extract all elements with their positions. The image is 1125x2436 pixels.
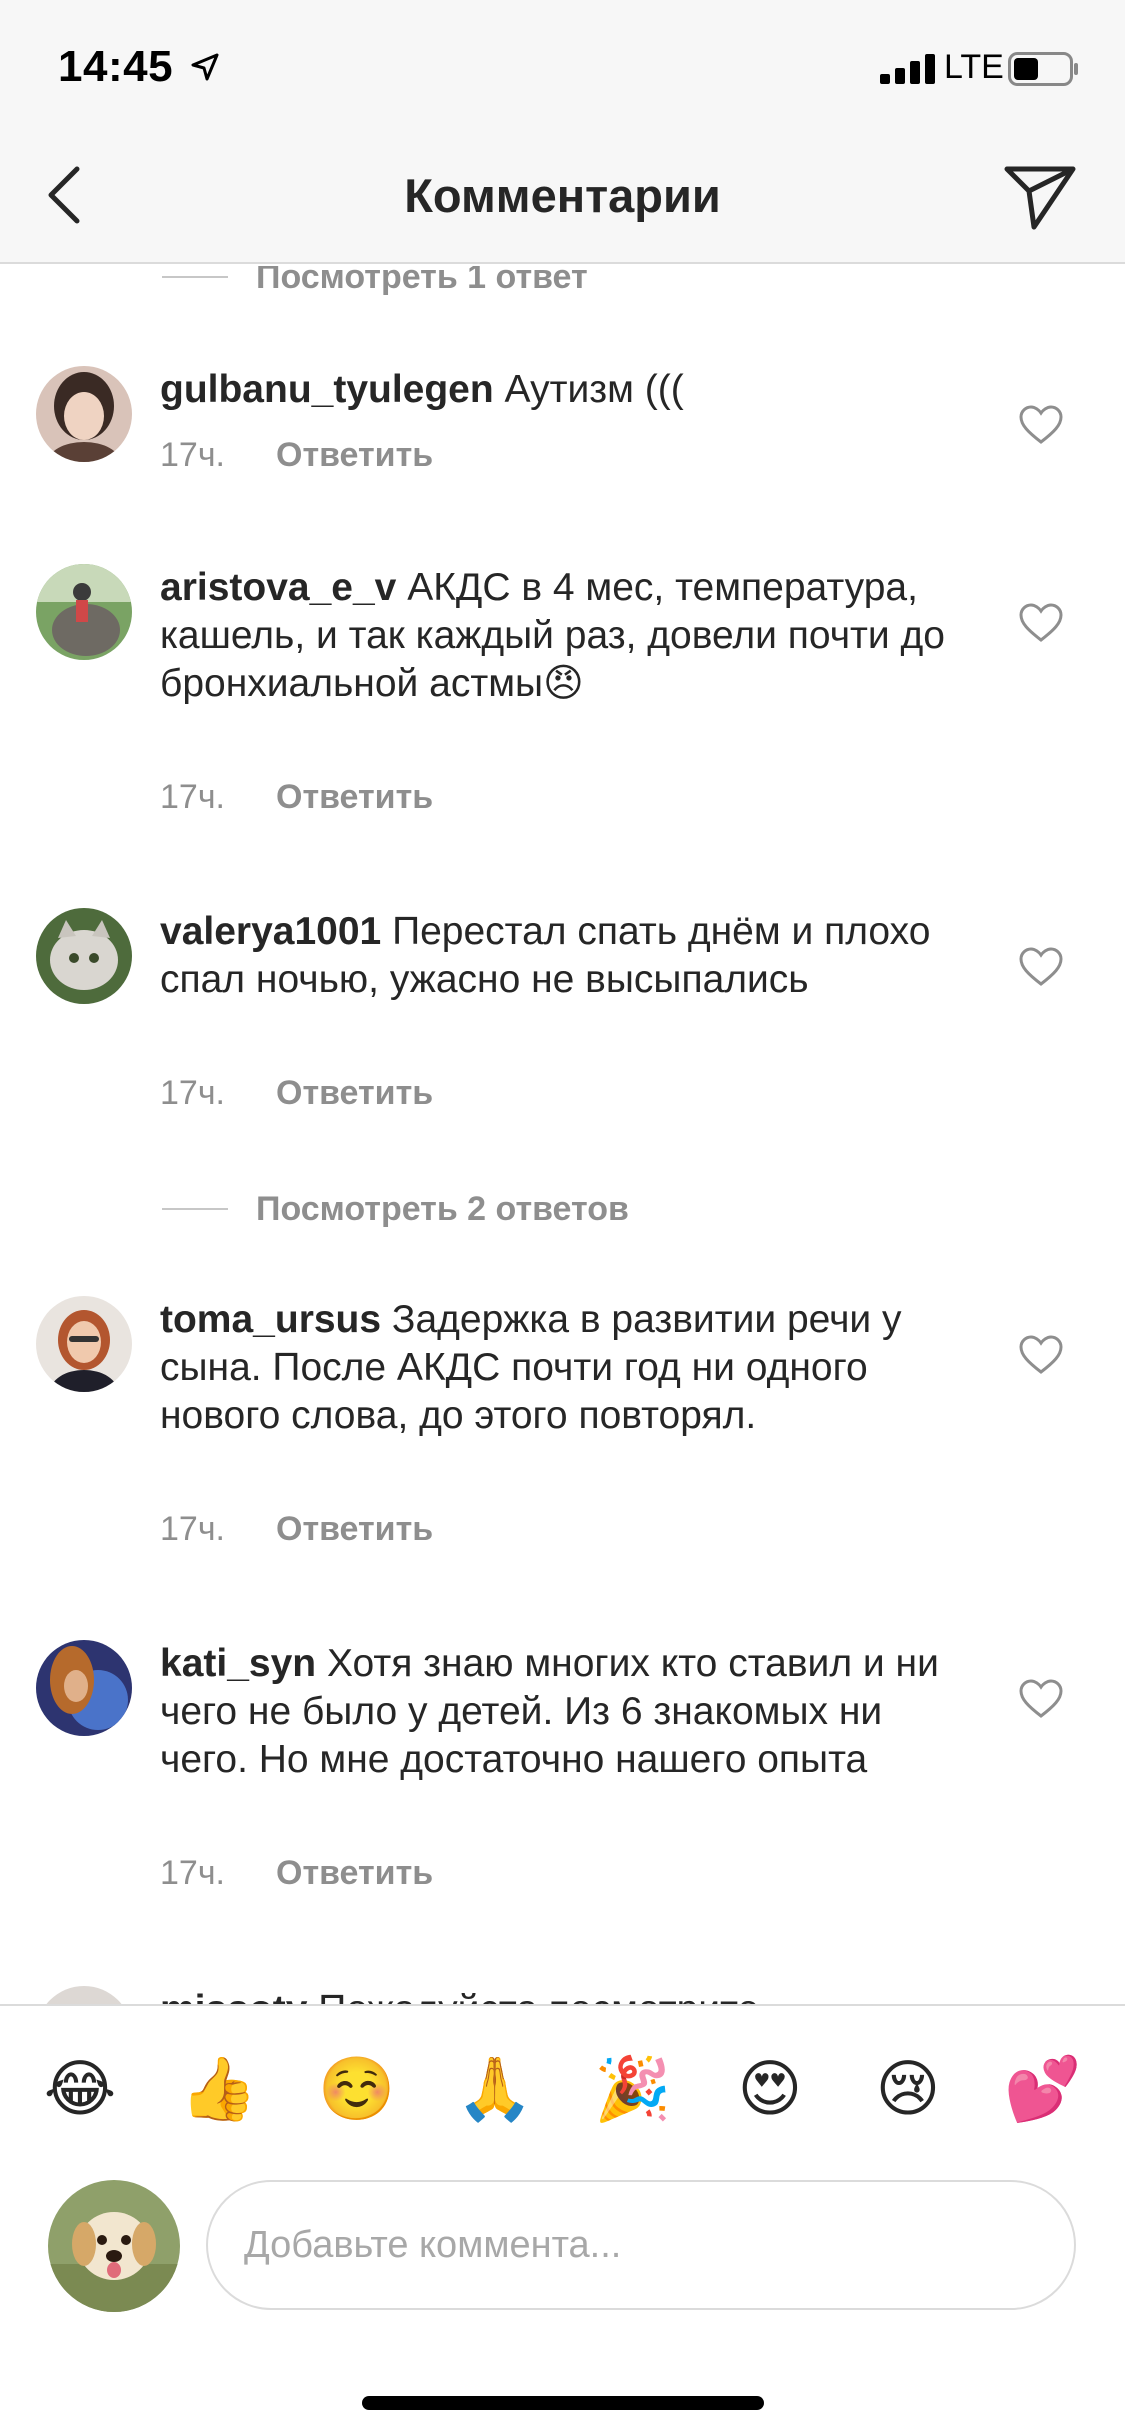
my-avatar — [48, 2180, 180, 2312]
comment-time: 17ч. — [160, 778, 225, 816]
view-replies-label: Посмотреть 1 ответ — [256, 266, 588, 296]
comment-time: 17ч. — [160, 1510, 225, 1548]
avatar[interactable] — [36, 564, 132, 660]
page-title: Комментарии — [404, 169, 721, 222]
emoji-button[interactable]: ☺️ — [318, 2052, 395, 2128]
avatar[interactable] — [36, 1296, 132, 1392]
avatar[interactable] — [36, 908, 132, 1004]
comment-username[interactable]: gulbanu_tyulegen — [160, 368, 494, 411]
emoji-button[interactable]: 💕 — [1004, 2052, 1081, 2128]
comment-username[interactable]: kati_syn — [160, 1642, 316, 1685]
paper-plane-icon — [1004, 166, 1076, 230]
heart-outline-icon[interactable] — [1018, 946, 1064, 988]
comments-list[interactable]: Посмотреть 1 ответ gulbanu_tyulegen Аути… — [0, 266, 1125, 2004]
comment-time: 17ч. — [160, 1854, 225, 1892]
reply-button[interactable]: Ответить — [276, 1074, 433, 1113]
comment-username[interactable]: toma_ursus — [160, 1298, 381, 1341]
emoji-button[interactable]: 🙏 — [456, 2052, 533, 2128]
reply-button[interactable]: Ответить — [276, 1510, 433, 1549]
heart-outline-icon[interactable] — [1018, 1678, 1064, 1720]
status-time: 14:45 — [58, 42, 174, 91]
heart-outline-icon[interactable] — [1018, 404, 1064, 446]
comment-body: Аутизм ((( — [504, 368, 684, 411]
view-replies-link[interactable]: Посмотреть 1 ответ — [0, 266, 1125, 302]
network-type: LTE — [944, 48, 1004, 86]
heart-outline-icon[interactable] — [1018, 1334, 1064, 1376]
home-indicator[interactable] — [362, 2396, 764, 2410]
emoji-button[interactable]: 😂 — [42, 2052, 118, 2128]
avatar[interactable] — [36, 1640, 132, 1736]
location-arrow-icon — [191, 53, 219, 81]
comment-username[interactable]: missoty — [160, 1988, 307, 2004]
comment-username[interactable]: valerya1001 — [160, 910, 381, 953]
emoji-button[interactable]: 👍 — [180, 2052, 257, 2128]
comment-composer — [0, 2166, 1125, 2366]
cellular-signal-icon — [880, 54, 935, 84]
comment-body: Пожалуйста посмотрите — [318, 1988, 759, 2004]
avatar[interactable] — [36, 366, 132, 462]
avatar[interactable] — [36, 1986, 132, 2004]
emoji-quick-bar: 😂 👍 ☺️ 🙏 🎉 😍 😢 💕 — [0, 2004, 1125, 2166]
reply-button[interactable]: Ответить — [276, 436, 433, 475]
reply-button[interactable]: Ответить — [276, 778, 433, 817]
reply-button[interactable]: Ответить — [276, 1854, 433, 1893]
view-replies-link[interactable]: Посмотреть 2 ответов — [0, 1184, 1125, 1234]
emoji-button[interactable]: 😍 — [732, 2052, 808, 2128]
comment-time: 17ч. — [160, 1074, 225, 1112]
comment-time: 17ч. — [160, 436, 225, 474]
share-button[interactable] — [1000, 158, 1080, 238]
view-replies-label: Посмотреть 2 ответов — [256, 1189, 629, 1228]
battery-icon — [1008, 52, 1078, 86]
heart-outline-icon[interactable] — [1018, 602, 1064, 644]
emoji-button[interactable]: 🎉 — [594, 2052, 671, 2128]
comment-username[interactable]: aristova_e_v — [160, 566, 396, 609]
header: Комментарии — [0, 130, 1125, 264]
divider-line — [162, 1208, 228, 1210]
divider-line — [162, 276, 228, 278]
emoji-button[interactable]: 😢 — [870, 2052, 946, 2128]
comment-input[interactable] — [206, 2180, 1076, 2310]
status-bar: 14:45 LTE — [0, 0, 1125, 130]
